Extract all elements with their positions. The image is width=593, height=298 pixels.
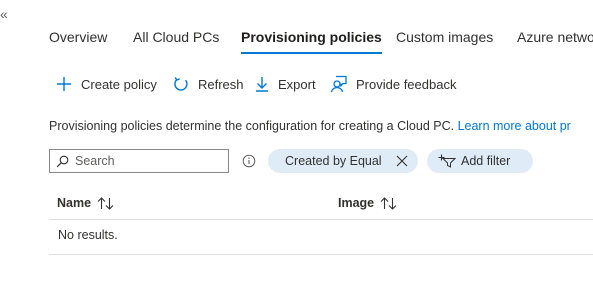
provide-feedback-button[interactable]: Provide feedback <box>330 73 456 95</box>
refresh-label: Refresh <box>198 76 244 92</box>
search-box[interactable] <box>49 149 229 173</box>
table-row: No results. <box>49 220 593 255</box>
page-description: Provisioning policies determine the conf… <box>49 119 571 133</box>
tab-all-cloud-pcs[interactable]: All Cloud PCs <box>133 28 219 46</box>
provide-feedback-label: Provide feedback <box>356 76 457 92</box>
add-filter-label: Add filter <box>461 154 511 168</box>
refresh-button[interactable]: Refresh <box>172 73 244 95</box>
tab-custom-images[interactable]: Custom images <box>396 28 493 46</box>
create-policy-button[interactable]: Create policy <box>55 73 157 95</box>
refresh-icon <box>174 77 188 91</box>
column-header-name[interactable]: Name <box>57 196 114 210</box>
filter-pill-created-by[interactable]: Created by Equal <box>268 149 418 173</box>
column-header-image[interactable]: Image <box>338 196 397 210</box>
empty-results-message: No results. <box>58 228 118 242</box>
collapse-panel-icon[interactable]: « <box>0 7 8 21</box>
plus-icon <box>57 77 71 91</box>
export-button[interactable]: Export <box>254 73 316 95</box>
learn-more-link[interactable]: Learn more about pr <box>458 119 571 133</box>
tab-azure-network[interactable]: Azure netwo <box>517 28 593 46</box>
column-image-label: Image <box>338 196 375 210</box>
close-icon[interactable] <box>396 155 408 167</box>
table-header: Name Image <box>49 193 593 220</box>
add-filter-icon <box>438 154 456 168</box>
info-icon[interactable] <box>242 154 256 168</box>
tab-overview[interactable]: Overview <box>49 28 107 46</box>
sort-icon <box>97 196 114 210</box>
create-policy-label: Create policy <box>81 76 157 92</box>
column-name-label: Name <box>57 196 92 210</box>
feedback-icon <box>330 75 347 93</box>
search-input[interactable] <box>75 154 215 168</box>
search-icon <box>56 155 69 167</box>
add-filter-button[interactable]: Add filter <box>427 149 533 173</box>
description-text: Provisioning policies determine the conf… <box>49 119 455 133</box>
tab-provisioning-policies[interactable]: Provisioning policies <box>241 28 382 54</box>
sort-icon <box>380 196 397 210</box>
filter-pill-label: Created by Equal <box>285 154 382 168</box>
download-icon <box>256 77 268 92</box>
export-label: Export <box>278 76 316 92</box>
